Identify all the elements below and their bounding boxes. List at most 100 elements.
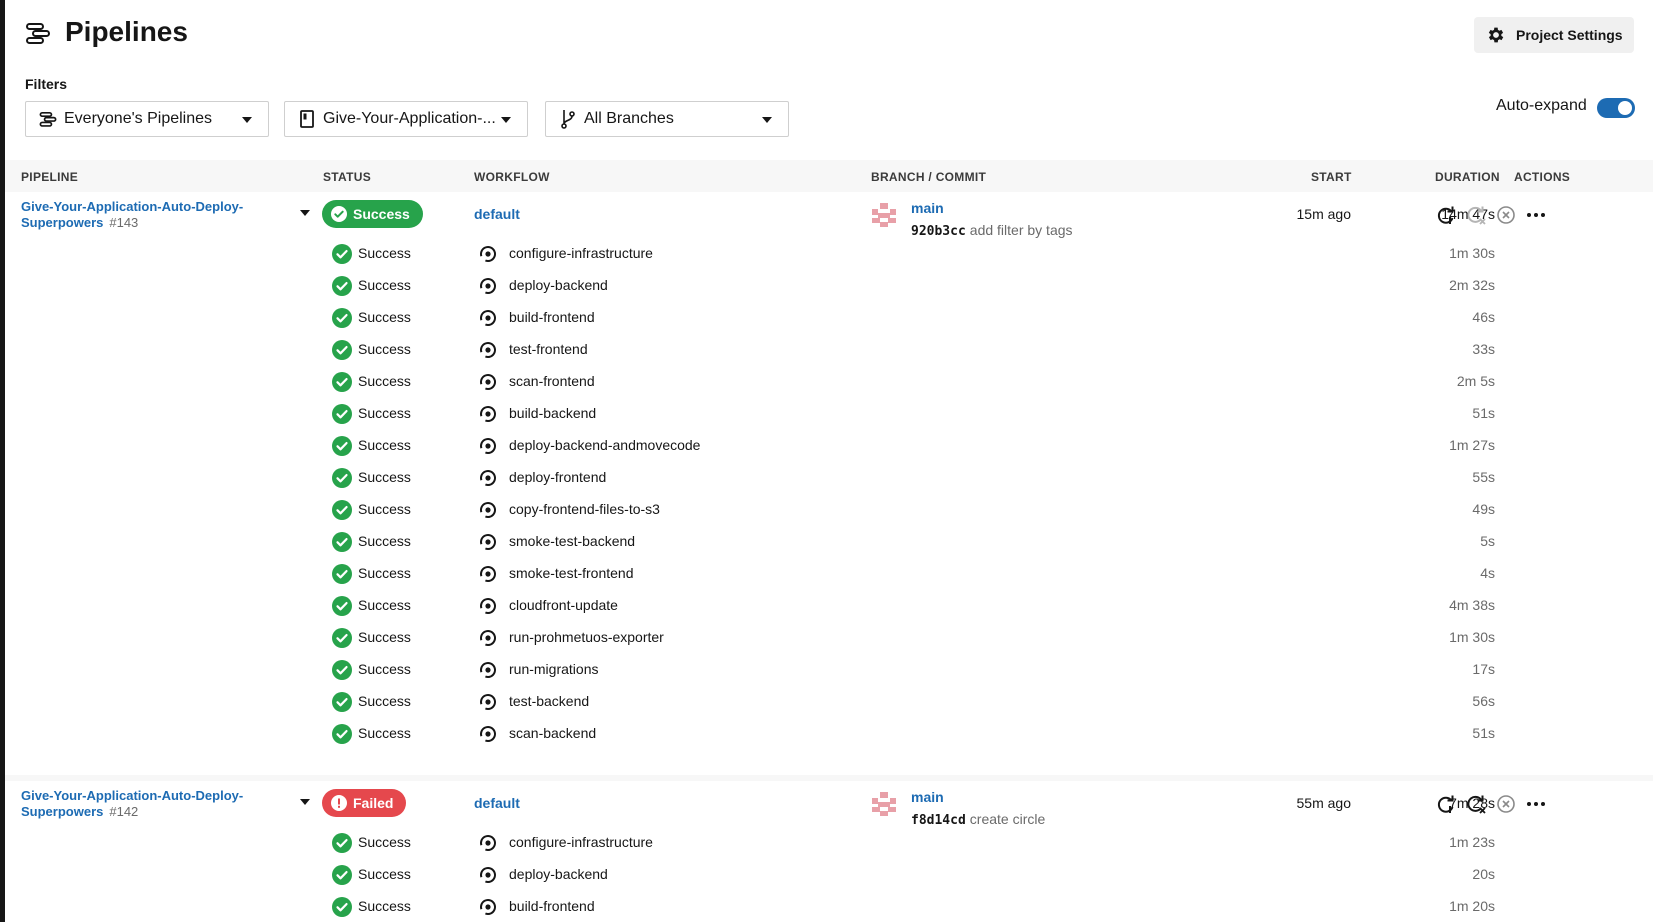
job-icon <box>479 565 497 583</box>
pipeline-name-link[interactable]: Give-Your-Application-Auto-Deploy-Superp… <box>21 788 261 820</box>
job-duration: 1m 30s <box>1449 245 1495 261</box>
pipeline-start: 15m ago <box>1296 206 1351 222</box>
job-status: Success <box>358 866 411 882</box>
branch-filter-value: All Branches <box>584 110 674 127</box>
chevron-down-icon <box>501 117 511 123</box>
rerun-button[interactable] <box>1435 204 1457 226</box>
job-duration: 49s <box>1472 501 1495 517</box>
job-icon <box>479 437 497 455</box>
auto-expand-toggle[interactable] <box>1597 98 1635 118</box>
pipeline-number: #143 <box>109 215 139 230</box>
cancel-button[interactable] <box>1495 793 1517 815</box>
job-duration: 5s <box>1480 533 1495 549</box>
pipeline-status-badge[interactable]: Failed <box>322 789 407 817</box>
job-icon <box>479 725 497 743</box>
job-name-link[interactable]: scan-backend <box>509 725 596 741</box>
job-name-link[interactable]: copy-frontend-files-to-s3 <box>509 501 660 517</box>
job-status: Success <box>358 277 411 293</box>
job-status: Success <box>358 597 411 613</box>
commit-info[interactable]: f8d14cd create circle <box>911 811 1045 828</box>
branch-filter-dropdown[interactable]: All Branches <box>545 101 789 137</box>
project-settings-button[interactable]: Project Settings <box>1474 17 1634 53</box>
check-circle-icon <box>332 308 352 328</box>
job-name-link[interactable]: build-frontend <box>509 898 595 914</box>
project-icon <box>297 109 317 129</box>
job-duration: 4m 38s <box>1449 597 1495 613</box>
commit-info[interactable]: 920b3cc add filter by tags <box>911 222 1073 239</box>
job-icon <box>479 277 497 295</box>
job-name-link[interactable]: smoke-test-frontend <box>509 565 634 581</box>
cancel-icon <box>1497 795 1515 813</box>
pipelines-filter-value: Everyone's Pipelines <box>64 110 213 127</box>
job-row: Success build-backend 51s <box>5 398 1653 430</box>
branch-link[interactable]: main <box>911 200 944 216</box>
collapse-caret-icon[interactable] <box>300 799 310 805</box>
job-row: Success copy-frontend-files-to-s3 49s <box>5 494 1653 526</box>
job-name-link[interactable]: run-prohmetuos-exporter <box>509 629 664 645</box>
more-options-button[interactable] <box>1525 793 1547 815</box>
check-circle-icon <box>332 865 352 885</box>
job-name-link[interactable]: configure-infrastructure <box>509 834 653 850</box>
collapse-caret-icon[interactable] <box>300 210 310 216</box>
job-name-link[interactable]: deploy-frontend <box>509 469 606 485</box>
job-status: Success <box>358 341 411 357</box>
job-row: Success deploy-backend 20s <box>5 859 1653 891</box>
job-name-link[interactable]: cloudfront-update <box>509 597 618 613</box>
pipelines-filter-dropdown[interactable]: Everyone's Pipelines <box>25 101 269 137</box>
rerun-failed-button[interactable] <box>1465 204 1487 226</box>
job-row: Success test-frontend 33s <box>5 334 1653 366</box>
job-name-link[interactable]: test-backend <box>509 693 589 709</box>
workflow-link[interactable]: default <box>474 206 520 222</box>
toggle-knob <box>1618 101 1632 115</box>
job-status: Success <box>358 501 411 517</box>
column-header-start: START <box>1311 170 1352 184</box>
job-row: Success test-backend 56s <box>5 686 1653 718</box>
check-circle-icon <box>332 244 352 264</box>
check-circle-icon <box>332 660 352 680</box>
avatar <box>871 202 897 228</box>
pipeline-name-link[interactable]: Give-Your-Application-Auto-Deploy-Superp… <box>21 199 261 231</box>
job-icon <box>479 341 497 359</box>
git-branch-icon <box>558 109 578 129</box>
commit-message: create circle <box>969 811 1046 827</box>
job-icon <box>479 866 497 884</box>
project-filter-dropdown[interactable]: Give-Your-Application-... <box>284 101 528 137</box>
rerun-failed-icon <box>1467 206 1486 225</box>
pipelines-icon <box>38 109 58 129</box>
job-row: Success cloudfront-update 4m 38s <box>5 590 1653 622</box>
rerun-failed-button[interactable] <box>1465 793 1487 815</box>
pipeline-status-badge[interactable]: Success <box>322 200 423 228</box>
job-duration: 2m 32s <box>1449 277 1495 293</box>
rerun-icon <box>1437 795 1454 813</box>
more-options-button[interactable] <box>1525 204 1547 226</box>
job-name-link[interactable]: deploy-backend-andmovecode <box>509 437 700 453</box>
pipeline-status-label: Failed <box>353 795 394 811</box>
job-icon <box>479 661 497 679</box>
job-name-link[interactable]: run-migrations <box>509 661 598 677</box>
job-name-link[interactable]: scan-frontend <box>509 373 595 389</box>
job-status: Success <box>358 898 411 914</box>
job-duration: 1m 30s <box>1449 629 1495 645</box>
check-circle-icon <box>332 372 352 392</box>
job-name-link[interactable]: configure-infrastructure <box>509 245 653 261</box>
rerun-button[interactable] <box>1435 793 1457 815</box>
job-name-link[interactable]: test-frontend <box>509 341 588 357</box>
rerun-failed-icon <box>1467 795 1486 814</box>
workflow-link[interactable]: default <box>474 795 520 811</box>
project-settings-label: Project Settings <box>1516 27 1623 43</box>
avatar <box>871 791 897 817</box>
job-icon <box>479 405 497 423</box>
job-name-link[interactable]: smoke-test-backend <box>509 533 635 549</box>
job-name-link[interactable]: deploy-backend <box>509 277 608 293</box>
job-duration: 20s <box>1472 866 1495 882</box>
job-icon <box>479 629 497 647</box>
check-circle-icon <box>332 897 352 917</box>
cancel-button[interactable] <box>1495 204 1517 226</box>
job-name-link[interactable]: deploy-backend <box>509 866 608 882</box>
job-name-link[interactable]: build-backend <box>509 405 596 421</box>
job-status: Success <box>358 661 411 677</box>
job-status: Success <box>358 437 411 453</box>
job-name-link[interactable]: build-frontend <box>509 309 595 325</box>
branch-link[interactable]: main <box>911 789 944 805</box>
job-row: Success smoke-test-frontend 4s <box>5 558 1653 590</box>
